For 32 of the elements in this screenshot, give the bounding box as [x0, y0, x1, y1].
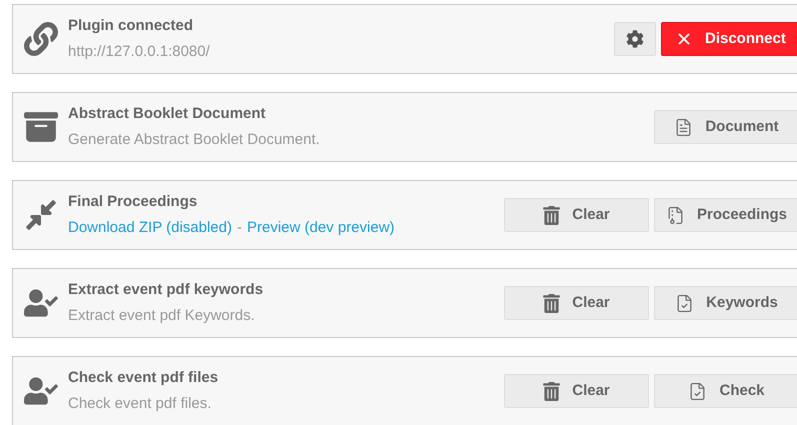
zip-file-icon — [666, 206, 685, 224]
clear-button[interactable]: Clear — [504, 286, 649, 320]
link-icon — [24, 22, 58, 56]
trash-icon — [543, 294, 560, 312]
document-icon — [674, 118, 694, 136]
card-description: http://127.0.0.1:8080/ — [68, 42, 210, 62]
link-separator: - — [236, 218, 242, 238]
card-description: Generate Abstract Booklet Document. — [68, 130, 320, 150]
card-title: Plugin connected — [68, 16, 194, 36]
card-title: Check event pdf files — [68, 368, 220, 388]
check-button[interactable]: Keywords — [654, 286, 797, 320]
disconnect-button[interactable]: Disconnect — [661, 22, 797, 56]
document-button[interactable]: Document — [654, 110, 797, 144]
check-button[interactable]: Check — [654, 374, 797, 408]
compress-arrows-icon — [24, 198, 58, 232]
card-link[interactable]: Download ZIP (disabled) — [68, 216, 232, 239]
card-description: Extract event pdf Keywords. — [68, 306, 255, 326]
card-description: Check event pdf files. — [68, 394, 212, 414]
card-title: Final Proceedings — [68, 192, 198, 212]
clear-button[interactable]: Clear — [504, 198, 649, 232]
clear-button[interactable]: Clear — [504, 374, 649, 408]
file-check-icon — [688, 382, 708, 400]
card-title: Abstract Booklet Document — [68, 104, 267, 124]
archive-box-icon — [24, 110, 58, 144]
file-check-icon — [675, 294, 694, 312]
settings-button[interactable] — [614, 22, 656, 56]
trash-icon — [543, 382, 560, 400]
card-title: Extract event pdf keywords — [68, 280, 264, 300]
settings-icon — [626, 30, 644, 48]
card-link[interactable]: Preview (dev preview) — [246, 216, 395, 239]
proceedings-button[interactable]: Proceedings — [654, 198, 797, 232]
trash-icon — [543, 206, 560, 224]
